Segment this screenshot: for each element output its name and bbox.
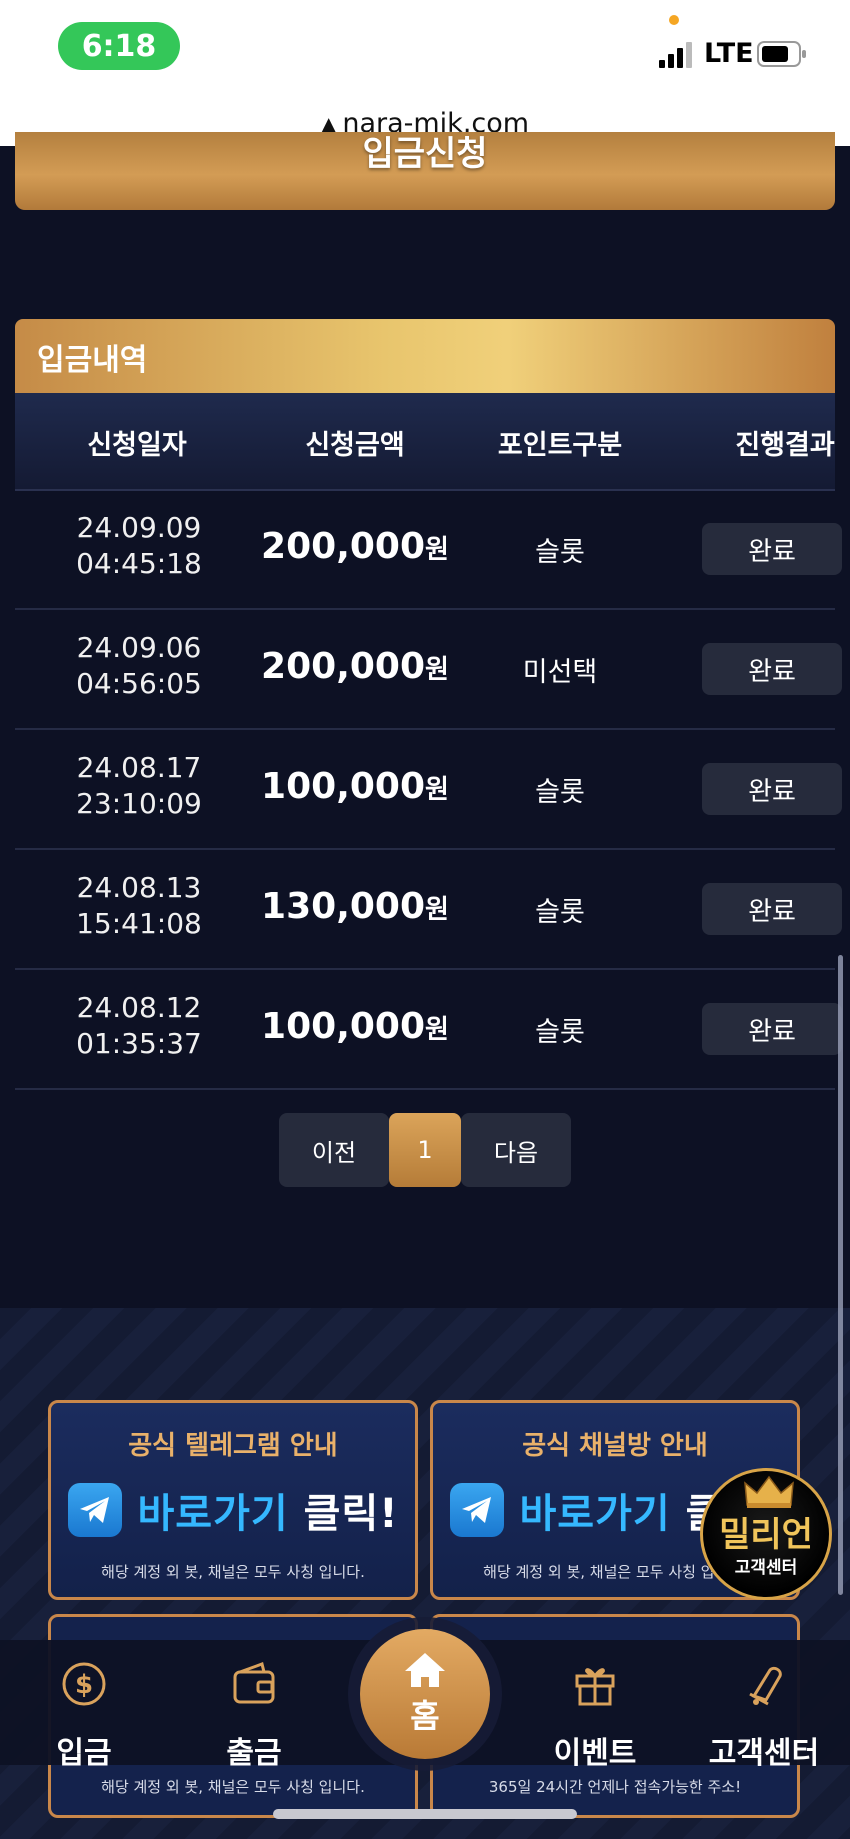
nav-withdraw-label: 출금 [226,1736,282,1771]
cta-blue-text: 바로가기 [137,1491,289,1537]
banner-note: 365일 24시간 언제나 접속가능한 주소! [488,1778,742,1796]
nav-support-label: 고객센터 [708,1736,820,1771]
currency-unit: 원 [425,895,449,925]
row-amount: 100,000원 [235,766,475,807]
table-header: 신청일자 신청금액 포인트구분 진행결과 [15,393,835,491]
deposit-history-title: 입금내역 [37,343,148,378]
row-date: 24.08.13 [76,871,202,904]
row-datetime: 24.08.12 01:35:37 [29,990,249,1062]
battery-icon [757,41,806,67]
row-datetime: 24.09.09 04:45:18 [29,510,249,582]
row-time: 23:10:09 [76,787,202,820]
row-point-type: 슬롯 [535,1017,585,1048]
dollar-icon: $ [62,1662,106,1706]
status-time: 6:18 [58,22,180,70]
row-time: 04:45:18 [76,547,202,580]
nav-home-label: 홈 [410,1697,440,1735]
row-time: 01:35:37 [76,1027,202,1060]
nav-withdraw[interactable]: 출금 [184,1658,324,1772]
banner-note: 해당 계정 외 봇, 채널은 모두 사칭 입니다. [101,1563,365,1581]
cta-blue-text: 바로가기 [519,1491,671,1537]
recording-indicator-icon [669,15,679,25]
row-point-type: 미선택 [522,657,598,688]
row-status-badge: 완료 [702,1003,842,1055]
row-point-type: 슬롯 [535,777,585,808]
row-status-badge: 완료 [702,883,842,935]
table-row: 24.09.06 04:56:05 200,000원 미선택 완료 [15,610,842,730]
banner-cta: 바로가기 클릭! [51,1481,415,1539]
row-amount: 200,000원 [235,526,475,567]
amount-value: 200,000 [261,526,426,567]
row-date: 24.08.12 [76,991,202,1024]
amount-value: 130,000 [261,886,426,927]
nav-deposit[interactable]: $ 입금 [14,1658,154,1772]
row-point-type: 슬롯 [535,897,585,928]
table-row: 24.09.09 04:45:18 200,000원 슬롯 완료 [15,490,842,610]
telegram-icon [67,1483,122,1537]
scrollbar[interactable] [838,955,843,1595]
banner-note: 해당 계정 외 봇, 채널은 모두 사칭 입니다. [101,1778,365,1796]
table-row: 24.08.13 15:41:08 130,000원 슬롯 완료 [15,850,842,970]
amount-value: 200,000 [261,646,426,687]
currency-unit: 원 [425,775,449,805]
pagination-page-button[interactable]: 1 [389,1113,461,1187]
row-status-badge: 완료 [702,763,842,815]
row-datetime: 24.09.06 04:56:05 [29,630,249,702]
cta-white-text: 클릭! [303,1491,399,1537]
telegram-banner[interactable]: 공식 텔레그램 안내 바로가기 클릭! 해당 계정 외 봇, 채널은 모두 사칭… [48,1400,418,1600]
row-date: 24.08.17 [76,751,202,784]
deposit-history-header: 입금내역 [15,319,835,393]
column-amount: 신청금액 [305,430,405,461]
table-row: 24.08.17 23:10:09 100,000원 슬롯 완료 [15,730,842,850]
crown-icon [744,1475,794,1508]
row-status-badge: 완료 [702,643,842,695]
bell-icon [749,1666,782,1706]
nav-event-label: 이벤트 [553,1736,637,1771]
row-date: 24.09.06 [76,631,202,664]
amount-value: 100,000 [261,1006,426,1047]
nav-event[interactable]: 이벤트 [525,1658,665,1772]
nav-support[interactable]: 고객센터 [694,1658,834,1772]
deposit-request-button[interactable]: 입금신청 [15,132,835,210]
wallet-icon [233,1662,275,1704]
status-bar: 6:18 LTE [0,0,850,108]
network-label: LTE [704,38,754,69]
home-indicator[interactable] [273,1809,577,1819]
badge-subtitle: 고객센터 [734,1558,798,1578]
column-point-type: 포인트구분 [497,430,623,461]
row-datetime: 24.08.17 23:10:09 [29,750,249,822]
table-row: 24.08.12 01:35:37 100,000원 슬롯 완료 [15,970,842,1090]
currency-unit: 원 [425,1015,449,1045]
column-date: 신청일자 [87,430,187,461]
amount-value: 100,000 [261,766,426,807]
banner-title: 공식 텔레그램 안내 [128,1431,338,1461]
badge-title: 밀리언 [719,1515,813,1555]
row-amount: 130,000원 [235,886,475,927]
deposit-request-label: 입금신청 [362,134,488,174]
column-result: 진행결과 [735,430,835,461]
home-icon [405,1653,445,1687]
currency-unit: 원 [425,655,449,685]
row-time: 15:41:08 [76,907,202,940]
banner-cta-text: 바로가기 클릭! [138,1481,399,1539]
svg-text:$: $ [75,1670,93,1700]
row-date: 24.09.09 [76,511,202,544]
row-point-type: 슬롯 [535,537,585,568]
nav-deposit-label: 입금 [56,1736,112,1771]
telegram-icon [449,1483,504,1537]
pagination-prev-button[interactable]: 이전 [279,1113,389,1187]
row-amount: 100,000원 [235,1006,475,1047]
row-status-badge: 완료 [702,523,842,575]
row-datetime: 24.08.13 15:41:08 [29,870,249,942]
pagination-next-button[interactable]: 다음 [461,1113,571,1187]
banner-title: 공식 채널방 안내 [522,1431,708,1461]
row-time: 04:56:05 [76,667,202,700]
nav-home-button[interactable]: 홈 [360,1629,490,1759]
signal-icon [659,42,692,68]
row-amount: 200,000원 [235,646,475,687]
gift-icon [575,1668,615,1706]
currency-unit: 원 [425,535,449,565]
support-center-badge[interactable]: 밀리언 고객센터 [700,1468,832,1600]
